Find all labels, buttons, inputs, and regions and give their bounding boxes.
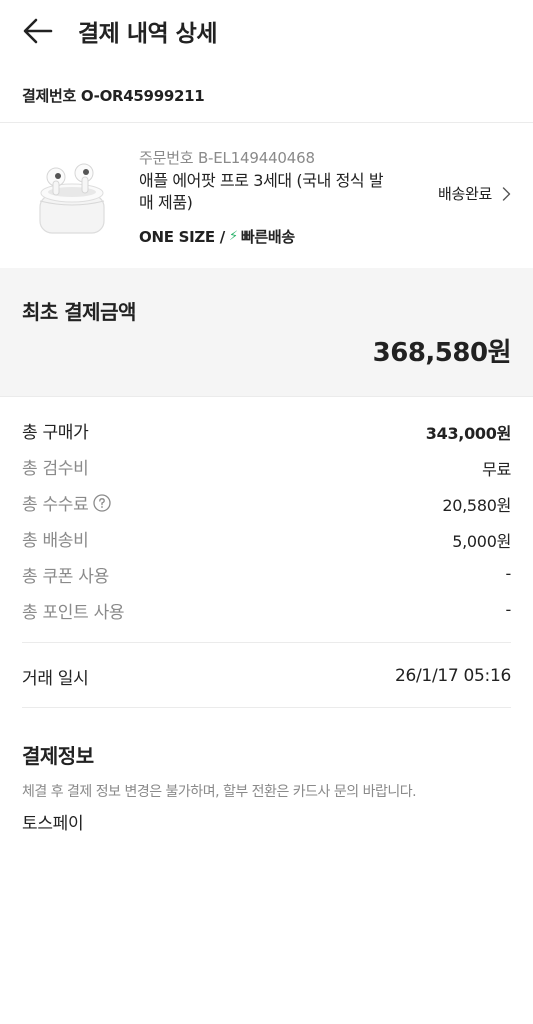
price-row: 총 수수료 20,580원: [22, 486, 511, 522]
row-value: -: [505, 600, 512, 619]
product-name: 애플 에어팟 프로 3세대 (국내 정식 발매 제품): [139, 171, 384, 212]
trade-datetime-label: 거래 일시: [22, 669, 89, 689]
price-row: 총 검수비 무료: [22, 450, 511, 486]
payment-info-title: 결제정보: [22, 744, 94, 768]
payment-info-notice: 체결 후 결제 정보 변경은 불가하며, 할부 전환은 카드사 문의 바랍니다.: [22, 784, 417, 800]
question-circle-icon[interactable]: [93, 493, 112, 512]
row-value: 20,580원: [442, 496, 511, 515]
total-amount-value: 368,580원: [372, 338, 512, 368]
price-row: 총 포인트 사용 -: [22, 594, 511, 630]
size-label: ONE SIZE /: [139, 227, 225, 246]
price-breakdown: 총 구매가 343,000원 총 검수비 무료 총 수수료 20,580원 총 …: [22, 414, 511, 630]
delivery-type: 빠른배송: [240, 228, 295, 246]
trade-datetime-value: 26/1/17 05:16: [394, 666, 511, 686]
price-row: 총 구매가 343,000원: [22, 414, 511, 450]
total-amount-box: 최초 결제금액 368,580원: [0, 268, 533, 396]
product-image: [22, 143, 122, 243]
row-value: 무료: [482, 460, 511, 479]
product-option: ONE SIZE / ⚡ 빠른배송: [139, 226, 295, 247]
header: 결제 내역 상세: [0, 0, 533, 62]
total-amount-label: 최초 결제금액: [22, 300, 136, 324]
payment-method: 토스페이: [22, 814, 84, 834]
row-label: 총 구매가: [22, 423, 89, 443]
row-label: 총 검수비: [22, 459, 89, 479]
back-arrow-icon[interactable]: [22, 16, 54, 46]
divider: [22, 707, 511, 708]
divider: [0, 396, 533, 397]
chevron-right-icon: [502, 186, 511, 201]
row-label: 총 배송비: [22, 531, 89, 551]
delivery-status: 배송완료: [437, 185, 492, 203]
order-number: 주문번호 B-EL149440468: [139, 149, 315, 167]
delivery-status-link[interactable]: 배송완료: [438, 183, 511, 204]
price-row: 총 배송비 5,000원: [22, 522, 511, 558]
product-card[interactable]: 주문번호 B-EL149440468 애플 에어팟 프로 3세대 (국내 정식 …: [0, 123, 533, 268]
lightning-icon: ⚡: [228, 229, 238, 244]
row-value: 5,000원: [452, 532, 511, 551]
row-label: 총 포인트 사용: [22, 603, 125, 623]
row-value: 343,000원: [425, 424, 512, 443]
payment-number: 결제번호 O-OR45999211: [22, 87, 205, 105]
fee-label-wrap: 총 수수료: [22, 490, 112, 515]
row-label: 총 쿠폰 사용: [22, 567, 109, 587]
page-title: 결제 내역 상세: [78, 21, 217, 47]
row-value: -: [505, 564, 512, 583]
price-row: 총 쿠폰 사용 -: [22, 558, 511, 594]
row-label: 총 수수료: [22, 495, 89, 515]
divider: [22, 642, 511, 643]
